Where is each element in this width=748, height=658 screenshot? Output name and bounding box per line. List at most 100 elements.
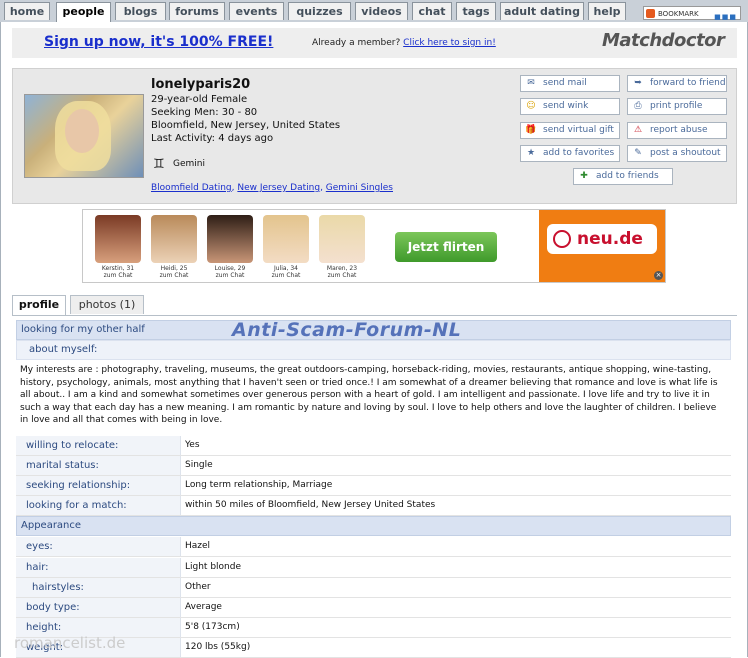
ad-close-icon[interactable]: × bbox=[654, 271, 663, 280]
forward-button[interactable]: ➥ forward to friend bbox=[627, 75, 727, 92]
send-mail-label: send mail bbox=[543, 78, 587, 88]
nav-tab-help[interactable]: help bbox=[588, 2, 626, 20]
nav-tab-chat[interactable]: chat bbox=[412, 2, 452, 20]
share-icons: ■■■ bbox=[714, 13, 737, 21]
photo-face-shape bbox=[65, 109, 99, 153]
link-bloomfield-dating[interactable]: Bloomfield Dating bbox=[151, 183, 232, 193]
profile-last-activity: Last Activity: 4 days ago bbox=[151, 133, 274, 144]
bookmark-label: BOOKMARK bbox=[658, 10, 699, 18]
label-eyes: eyes: bbox=[16, 537, 181, 556]
row-body: body type: Average bbox=[16, 598, 731, 618]
profile-content: looking for my other half about myself: … bbox=[16, 318, 731, 658]
add-favorites-button[interactable]: ★ add to favorites bbox=[520, 145, 620, 162]
send-gift-label: send virtual gift bbox=[543, 125, 614, 135]
bookmark-button[interactable]: BOOKMARK ■■■ bbox=[643, 6, 741, 21]
profile-zodiac: Gemini bbox=[173, 159, 205, 169]
tab-divider bbox=[12, 315, 737, 316]
nav-tab-home[interactable]: home bbox=[4, 2, 50, 20]
add-friend-icon: ✚ bbox=[580, 171, 588, 181]
value-hair: Light blonde bbox=[185, 562, 241, 572]
profile-photo[interactable] bbox=[24, 94, 144, 178]
ad-label-louise: Louise, 29 zum Chat bbox=[214, 265, 246, 279]
mail-icon: ✉ bbox=[527, 78, 535, 88]
top-nav: home people blogs forums events quizzes … bbox=[0, 0, 748, 22]
row-relocate: willing to relocate: Yes bbox=[16, 436, 731, 456]
label-hairstyles: hairstyles: bbox=[16, 578, 181, 597]
profile-location: Bloomfield, New Jersey, United States bbox=[151, 120, 341, 131]
about-text: My interests are : photography, travelin… bbox=[20, 365, 718, 426]
nav-tab-quizzes[interactable]: quizzes bbox=[288, 2, 351, 20]
nav-tab-blogs[interactable]: blogs bbox=[115, 2, 166, 20]
add-favorites-label: add to favorites bbox=[543, 148, 615, 158]
row-match: looking for a match: within 50 miles of … bbox=[16, 496, 731, 516]
member-text: Already a member? bbox=[312, 38, 401, 48]
label-match: looking for a match: bbox=[16, 496, 181, 515]
value-match: within 50 miles of Bloomfield, New Jerse… bbox=[185, 500, 436, 510]
link-gemini-singles[interactable]: Gemini Singles bbox=[326, 183, 393, 193]
value-eyes: Hazel bbox=[185, 541, 211, 551]
forward-icon: ➥ bbox=[634, 78, 642, 88]
value-marital: Single bbox=[185, 460, 213, 470]
value-weight: 120 lbs (55kg) bbox=[185, 642, 251, 652]
link-new-jersey-dating[interactable]: New Jersey Dating bbox=[237, 183, 320, 193]
tab-profile[interactable]: profile bbox=[12, 295, 66, 316]
nav-tab-tags[interactable]: tags bbox=[456, 2, 496, 20]
label-marital: marital status: bbox=[16, 456, 181, 475]
forward-label: forward to friend bbox=[650, 78, 726, 88]
row-hairstyles: hairstyles: Other bbox=[16, 578, 731, 598]
section-about: about myself: bbox=[16, 340, 731, 360]
site-watermark: romancelist.de bbox=[14, 634, 126, 652]
label-hair: hair: bbox=[16, 558, 181, 577]
value-height: 5'8 (173cm) bbox=[185, 622, 240, 632]
add-friends-button[interactable]: ✚ add to friends bbox=[573, 168, 673, 185]
section-appearance: Appearance bbox=[16, 516, 731, 536]
forum-watermark: Anti-Scam-Forum-NL bbox=[232, 319, 462, 341]
shoutout-icon: ✎ bbox=[634, 148, 642, 158]
favorites-icon: ★ bbox=[526, 148, 536, 158]
print-icon: ⎙ bbox=[634, 101, 642, 111]
ad-flirt-button[interactable]: Jetzt flirten bbox=[395, 232, 497, 262]
ad-brand-logo: neu.de bbox=[547, 224, 657, 254]
nav-tab-events[interactable]: events bbox=[229, 2, 284, 20]
nav-tab-people[interactable]: people bbox=[56, 2, 111, 22]
row-hair: hair: Light blonde bbox=[16, 558, 731, 578]
print-button[interactable]: ⎙ print profile bbox=[627, 98, 727, 115]
signin-link[interactable]: Click here to sign in! bbox=[403, 38, 496, 48]
send-wink-button[interactable]: ☺ send wink bbox=[520, 98, 620, 115]
value-relocate: Yes bbox=[185, 440, 200, 450]
ad-brand-text: neu.de bbox=[577, 229, 643, 249]
heart-icon bbox=[553, 230, 571, 248]
gift-icon: 🎁 bbox=[525, 125, 537, 135]
ad-banner[interactable]: Kerstin, 31 zum Chat Heidi, 25 zum Chat Lo… bbox=[82, 209, 666, 283]
add-friends-label: add to friends bbox=[596, 171, 659, 181]
nav-tab-forums[interactable]: forums bbox=[169, 2, 225, 20]
tab-photos[interactable]: photos (1) bbox=[70, 295, 144, 314]
profile-age-gender: 29-year-old Female bbox=[151, 94, 248, 105]
label-relocate: willing to relocate: bbox=[16, 436, 181, 455]
profile-seeking: Seeking Men: 30 - 80 bbox=[151, 107, 258, 118]
shoutout-label: post a shoutout bbox=[650, 148, 721, 158]
nav-tab-adult-dating[interactable]: adult dating bbox=[500, 2, 584, 20]
signup-bar: Sign up now, it's 100% FREE! Already a m… bbox=[12, 28, 737, 58]
ad-photo-heidi bbox=[151, 215, 197, 263]
member-prompt: Already a member? Click here to sign in! bbox=[312, 38, 496, 48]
row-eyes: eyes: Hazel bbox=[16, 537, 731, 557]
wink-icon: ☺ bbox=[526, 101, 536, 111]
print-label: print profile bbox=[650, 101, 703, 111]
ad-photo-kerstin bbox=[95, 215, 141, 263]
send-gift-button[interactable]: 🎁 send virtual gift bbox=[520, 122, 620, 139]
value-body: Average bbox=[185, 602, 222, 612]
report-abuse-label: report abuse bbox=[650, 125, 708, 135]
signup-link[interactable]: Sign up now, it's 100% FREE! bbox=[44, 34, 273, 50]
ad-label-heidi: Heidi, 25 zum Chat bbox=[159, 265, 189, 279]
site-logo[interactable]: Matchdoctor bbox=[602, 30, 725, 51]
send-mail-button[interactable]: ✉ send mail bbox=[520, 75, 620, 92]
row-marital: marital status: Single bbox=[16, 456, 731, 476]
row-seeking: seeking relationship: Long term relation… bbox=[16, 476, 731, 496]
report-abuse-button[interactable]: ⚠ report abuse bbox=[627, 122, 727, 139]
send-wink-label: send wink bbox=[543, 101, 589, 111]
ad-photo-maren bbox=[319, 215, 365, 263]
warning-icon: ⚠ bbox=[633, 125, 643, 135]
shoutout-button[interactable]: ✎ post a shoutout bbox=[627, 145, 727, 162]
nav-tab-videos[interactable]: videos bbox=[355, 2, 408, 20]
